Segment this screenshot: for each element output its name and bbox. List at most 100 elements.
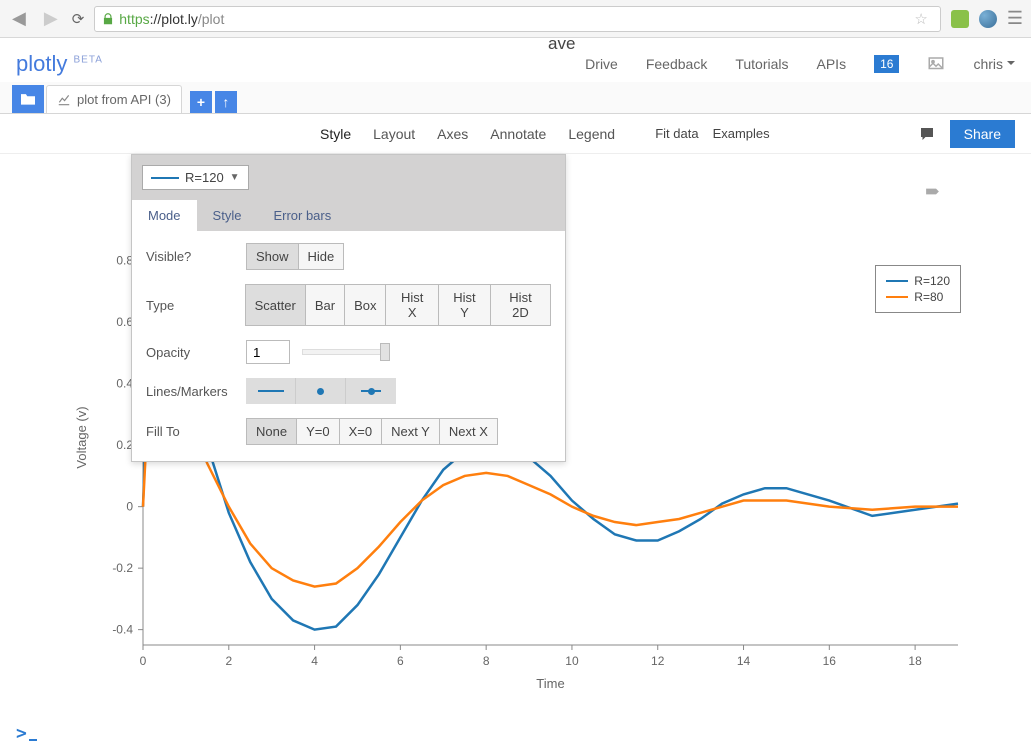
svg-text:2: 2 [225,654,232,668]
visible-label: Visible? [146,249,246,264]
nav-drive[interactable]: Drive [585,56,618,72]
menu-fit-data[interactable]: Fit data [655,126,698,141]
download-icon[interactable] [146,125,164,143]
file-tab-label: plot from API (3) [77,92,171,107]
autoscale-icon[interactable] [881,183,898,200]
zoom-icon[interactable] [773,183,790,200]
style-panel: R=120 ▼ Mode Style Error bars Visible? S… [131,154,566,462]
extension-earth-icon[interactable] [979,10,997,28]
svg-text:0: 0 [126,500,133,514]
panel-tabs: Mode Style Error bars [132,200,565,231]
legend-item-r80[interactable]: R=80 [886,290,950,304]
zoom-out-icon[interactable] [861,183,878,200]
nav-apis[interactable]: APIs [817,56,847,72]
comment-icon[interactable] [918,125,936,143]
paint-icon[interactable] [192,125,210,143]
fill-nexty-button[interactable]: Next Y [381,418,440,445]
upload-button[interactable]: ↑ [215,91,237,113]
opacity-input[interactable] [246,340,290,364]
notification-badge[interactable]: 16 [874,55,899,73]
visible-show-button[interactable]: Show [246,243,299,270]
grid-icon[interactable] [44,125,62,143]
header-nav: Drive Feedback Tutorials APIs 16 chris [585,55,1015,73]
nav-feedback[interactable]: Feedback [646,56,707,72]
back-button[interactable]: ◀ [8,8,30,29]
type-hist2d-button[interactable]: Hist 2D [490,284,551,326]
zoom-in-icon[interactable] [841,183,858,200]
svg-text:14: 14 [737,654,751,668]
type-histy-button[interactable]: Hist Y [438,284,491,326]
fill-y0-button[interactable]: Y=0 [296,418,340,445]
marker-points-only[interactable] [296,378,346,404]
legend-item-r120[interactable]: R=120 [886,274,950,288]
line-chart-icon[interactable] [16,125,34,143]
new-tab-button[interactable]: + [190,91,212,113]
user-menu[interactable]: chris [973,56,1015,72]
fill-nextx-button[interactable]: Next X [439,418,498,445]
share-button[interactable]: Share [950,120,1015,148]
svg-text:6: 6 [397,654,404,668]
marker-lines-points[interactable] [346,378,396,404]
trace-selector[interactable]: R=120 ▼ [142,165,249,190]
chart-toolbar [773,183,966,200]
copy-icon[interactable] [118,125,136,143]
legend[interactable]: R=120 R=80 [875,265,961,313]
visible-hide-button[interactable]: Hide [298,243,345,270]
image-icon[interactable] [927,55,945,73]
svg-text:Voltage (v): Voltage (v) [74,406,89,468]
chart-line-icon [57,93,71,107]
svg-text:12: 12 [651,654,665,668]
extension-icon[interactable] [951,10,969,28]
trace-selected-label: R=120 [185,170,224,185]
pan-icon[interactable] [798,183,815,200]
menu-layout[interactable]: Layout [373,126,415,142]
type-label: Type [146,298,245,313]
redo-icon[interactable] [266,125,284,143]
menu-examples[interactable]: Examples [713,126,770,141]
folder-button[interactable] [12,85,44,113]
marker-lines-only[interactable] [246,378,296,404]
opacity-slider[interactable] [302,343,390,361]
type-histx-button[interactable]: Hist X [385,284,438,326]
fill-none-button[interactable]: None [246,418,297,445]
svg-text:-0.4: -0.4 [112,623,133,637]
save-icon[interactable] [90,125,108,143]
reload-button[interactable]: ⟳ [72,10,85,28]
menu-legend[interactable]: Legend [568,126,615,142]
svg-text:4: 4 [311,654,318,668]
bookmark-star-icon[interactable]: ☆ [914,10,927,28]
trace-color-swatch [151,177,179,179]
type-scatter-button[interactable]: Scatter [245,284,306,326]
tab-row: plot from API (3) + ↑ [0,82,1031,114]
list-icon[interactable] [949,183,966,200]
type-box-button[interactable]: Box [344,284,386,326]
tab-mode[interactable]: Mode [132,200,197,231]
menu-style[interactable]: Style [320,126,351,142]
svg-text:Time: Time [536,676,564,691]
tag-icon[interactable] [924,183,941,200]
opacity-label: Opacity [146,345,246,360]
nav-tutorials[interactable]: Tutorials [735,56,788,72]
forward-button[interactable]: ▶ [40,8,62,29]
console-prompt[interactable]: > [16,723,37,744]
svg-text:8: 8 [483,654,490,668]
file-tab[interactable]: plot from API (3) [46,85,182,113]
fillto-label: Fill To [146,424,246,439]
svg-text:-0.2: -0.2 [112,561,133,575]
app-header: plotly BETA Drive Feedback Tutorials API… [0,38,1031,82]
svg-text:10: 10 [565,654,579,668]
url-text: https://plot.ly/plot [119,11,224,27]
svg-text:0: 0 [140,654,147,668]
tab-style[interactable]: Style [197,200,258,231]
menu-annotate[interactable]: Annotate [490,126,546,142]
type-bar-button[interactable]: Bar [305,284,345,326]
url-bar[interactable]: https://plot.ly/plot ☆ [94,6,941,32]
fill-x0-button[interactable]: X=0 [339,418,383,445]
browser-menu-icon[interactable]: ☰ [1007,8,1023,29]
logo[interactable]: plotly BETA [16,51,103,77]
menu-axes[interactable]: Axes [437,126,468,142]
svg-text:18: 18 [908,654,922,668]
toolbar-menu: Style Layout Axes Annotate Legend [320,126,615,142]
tab-errorbars[interactable]: Error bars [257,200,347,231]
undo-icon[interactable] [238,125,256,143]
